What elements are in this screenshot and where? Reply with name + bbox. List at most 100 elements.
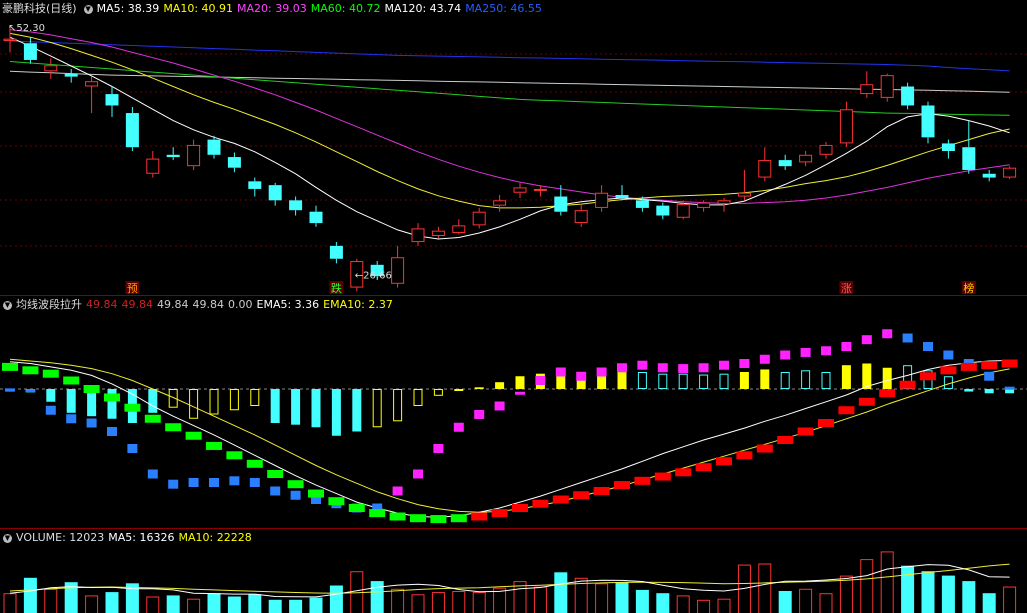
indicator-bar (515, 376, 525, 389)
ma-label: MA60: 40.72 (310, 2, 381, 15)
volume-bar (758, 563, 772, 613)
step-block (144, 414, 161, 423)
candle-body (778, 160, 792, 167)
indicator-block (249, 478, 260, 487)
indicator-bar (87, 389, 97, 417)
step-block (287, 480, 304, 489)
step-block (42, 369, 59, 378)
step-block (430, 515, 447, 524)
dropdown-icon[interactable]: ▼ (83, 4, 93, 14)
price-header: 豪鹏科技(日线) ▼ MA5: 38.39 MA10: 40.91 MA20: 39.0… (0, 0, 550, 18)
candle-body (676, 204, 690, 218)
indicator-bar (760, 369, 770, 389)
indicator-block (107, 427, 117, 436)
stock-title[interactable]: 豪鹏科技(日线) (2, 2, 77, 15)
candle-body (411, 228, 425, 243)
indicator-block (943, 350, 954, 360)
volume-header: ▼ VOLUME: 12023 MA5: 16326 MA10: 22228 (0, 529, 260, 547)
volume-title[interactable]: VOLUME: 12023 (16, 531, 104, 544)
step-block (654, 472, 671, 481)
indicator-legend: 49.84 49.84 49.84 49.84 0.00 EMA5: 3.36 EMA10:… (86, 298, 397, 311)
price-chart[interactable]: ↖52.30 ←26.66 预 跌 涨 榜 (0, 0, 1027, 295)
candle-body (431, 230, 445, 236)
volume-bar (329, 585, 343, 613)
volume-bar (227, 596, 241, 613)
indicator-block (515, 391, 525, 395)
indicator-block (882, 329, 893, 339)
candle-body (533, 188, 547, 191)
indicator-block (576, 371, 587, 381)
volume-bar (615, 582, 629, 613)
indicator-block (494, 401, 505, 411)
volume-bar (3, 593, 17, 613)
indicator-block (821, 346, 831, 356)
volume-bar (472, 592, 486, 613)
indicator-block (759, 354, 770, 364)
candle-body (697, 202, 711, 208)
indicator-bar (454, 389, 464, 391)
candle-body (1003, 167, 1017, 178)
indicator-bar (352, 389, 362, 432)
step-block (675, 468, 692, 477)
ma250-line (9, 40, 1010, 72)
indicator-block (1004, 386, 1015, 390)
step-block (348, 504, 365, 512)
volume-bar (778, 591, 792, 613)
candle-body (166, 154, 180, 158)
ma-label: MA20: 39.03 (237, 2, 307, 15)
indicator-bar (739, 372, 749, 389)
indicator-bar (229, 389, 239, 411)
candle-body (452, 225, 466, 233)
indicator-chart[interactable] (0, 296, 1027, 528)
candle-body (44, 65, 58, 72)
indicator-block (209, 478, 219, 487)
step-block (450, 514, 467, 523)
indicator-bar (270, 389, 280, 423)
volume-bar (799, 588, 813, 613)
step-block (308, 489, 324, 498)
volume-bar (839, 575, 853, 613)
indicator-title[interactable]: 均线波段拉升 (16, 298, 82, 311)
indicator-bar (699, 374, 709, 390)
candle-body (656, 205, 670, 216)
signal-marker-label: 涨 (841, 282, 852, 295)
price-panel: ↖52.30 ←26.66 预跌涨榜 豪鹏科技(日线) ▼ MA5: 38.39 MA10… (0, 0, 1027, 295)
candle-body (329, 245, 343, 259)
candle-body (125, 113, 139, 148)
indicator-bar (637, 372, 647, 389)
volume-bar (207, 593, 221, 613)
volume-bar (431, 592, 445, 613)
dropdown-icon[interactable]: ▼ (3, 300, 12, 310)
indicator-bar (597, 376, 607, 389)
candle-body (860, 84, 874, 95)
indicator-bar (821, 372, 831, 389)
indicator-bar (311, 389, 321, 428)
step-block (491, 509, 508, 518)
step-block (777, 436, 794, 444)
indicator-bar (372, 389, 382, 428)
step-block (22, 366, 39, 375)
candle-body (391, 257, 405, 284)
signal-marker-label: 预 (127, 282, 138, 295)
candle-body (839, 109, 853, 144)
step-block (736, 451, 753, 460)
step-block (552, 495, 569, 504)
candle-body (207, 139, 221, 155)
volume-bar (941, 575, 955, 613)
indicator-bar (393, 389, 403, 422)
indicator-bar (46, 389, 56, 402)
step-block (573, 491, 590, 500)
step-block (920, 372, 936, 381)
indicator-header: ▼ 均线波段拉升 49.84 49.84 49.84 49.84 0.00 EMA5: 3.3… (0, 296, 401, 314)
volume-bar (411, 594, 425, 613)
indicator-block (127, 444, 138, 453)
dropdown-icon[interactable]: ▼ (3, 533, 12, 543)
indicator-block (86, 418, 97, 428)
step-block (226, 451, 243, 460)
candle-body (962, 147, 976, 170)
indicator-value-label: EMA5: 3.36 (256, 298, 320, 311)
indicator-block (657, 363, 668, 373)
indicator-block (45, 405, 56, 415)
candle-body (819, 144, 833, 155)
ma-label: MA10: 40.91 (163, 2, 234, 15)
